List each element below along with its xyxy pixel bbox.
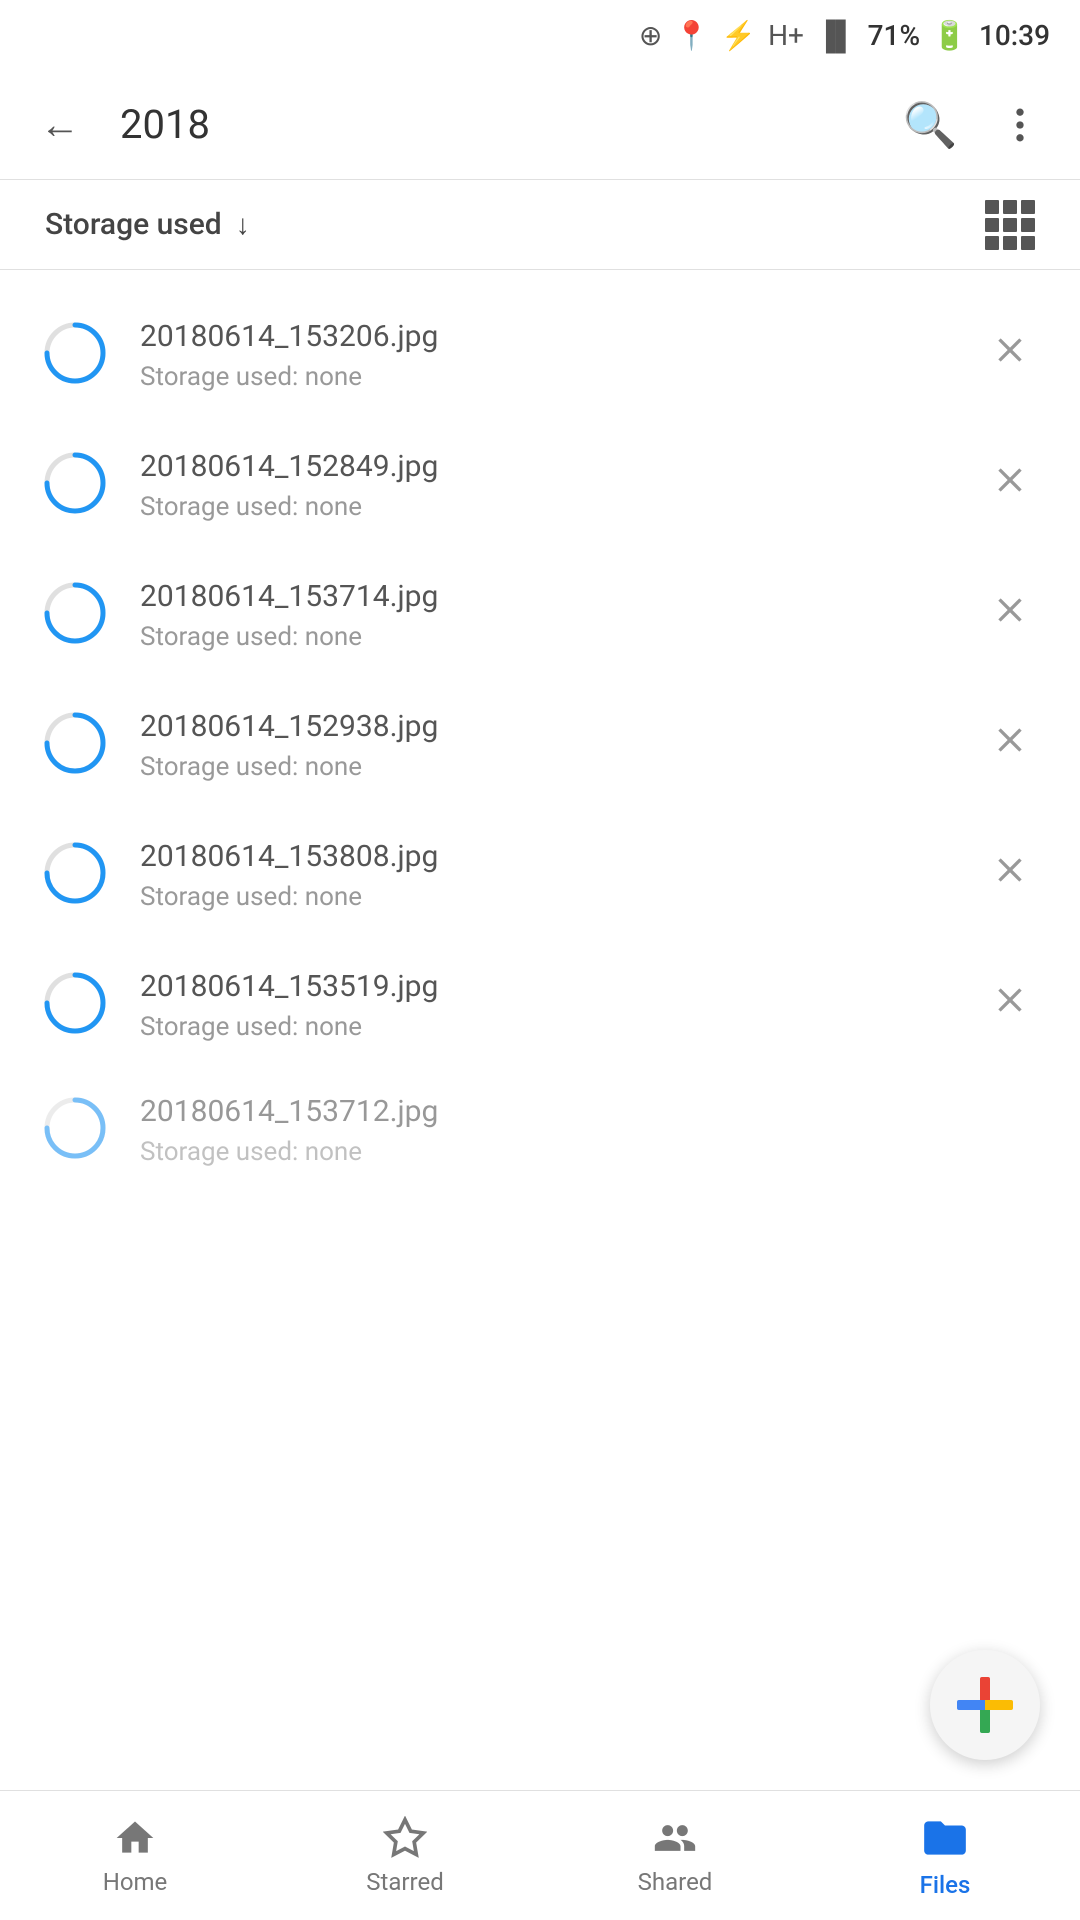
sort-direction-icon: ↓ [236, 208, 250, 241]
list-item[interactable]: 20180614_153712.jpg Storage used: none [0, 1070, 1080, 1190]
file-name: 20180614_152849.jpg [140, 449, 950, 484]
loading-spinner [40, 578, 110, 652]
remove-file-button[interactable] [980, 970, 1040, 1040]
nav-home-label: Home [103, 1868, 168, 1896]
star-icon [383, 1816, 427, 1860]
status-bar: ⊕ 📍 ⚡ H+ ▐▌ 71% 🔋 10:39 [0, 0, 1080, 70]
search-icon: 🔍 [903, 99, 958, 151]
bluetooth-icon: ⚡ [721, 19, 756, 52]
file-item-info: 20180614_153714.jpg Storage used: none [140, 579, 950, 652]
list-item[interactable]: 20180614_152938.jpg Storage used: none [0, 680, 1080, 810]
grid-cell [1021, 236, 1035, 250]
file-name: 20180614_153714.jpg [140, 579, 950, 614]
signal-icon: ▐▌ [816, 19, 856, 52]
more-vertical-icon [998, 103, 1042, 147]
nav-shared[interactable]: Shared [540, 1816, 810, 1896]
file-storage: Storage used: none [140, 622, 950, 652]
grid-cell [1021, 200, 1035, 214]
more-options-button[interactable] [990, 95, 1050, 155]
search-button[interactable]: 🔍 [900, 95, 960, 155]
file-item-info: 20180614_153808.jpg Storage used: none [140, 839, 950, 912]
list-item[interactable]: 20180614_152849.jpg Storage used: none [0, 420, 1080, 550]
loading-spinner [40, 968, 110, 1042]
status-icons: ⊕ 📍 ⚡ H+ ▐▌ 71% 🔋 10:39 [639, 19, 1050, 52]
nav-starred[interactable]: Starred [270, 1816, 540, 1896]
nav-shared-label: Shared [638, 1868, 713, 1896]
file-item-info: 20180614_153206.jpg Storage used: none [140, 319, 950, 392]
sort-button[interactable]: Storage used ↓ [45, 207, 250, 242]
people-icon [653, 1816, 697, 1860]
network-icon: H+ [768, 19, 804, 52]
file-storage: Storage used: none [140, 1012, 950, 1042]
remove-file-button[interactable] [980, 450, 1040, 520]
back-button[interactable]: ← [30, 95, 90, 155]
list-item[interactable]: 20180614_153808.jpg Storage used: none [0, 810, 1080, 940]
battery-percent: 71% [868, 19, 920, 52]
remove-file-button[interactable] [980, 840, 1040, 910]
app-bar: ← 2018 🔍 [0, 70, 1080, 180]
home-icon [113, 1816, 157, 1860]
remove-file-button[interactable] [980, 710, 1040, 780]
back-arrow-icon: ← [40, 101, 80, 148]
loading-spinner [40, 838, 110, 912]
grid-cell [1003, 218, 1017, 232]
bottom-nav: Home Starred Shared Files [0, 1790, 1080, 1920]
grid-cell [985, 236, 999, 250]
nav-files[interactable]: Files [810, 1813, 1080, 1899]
location-icon: 📍 [674, 19, 709, 52]
grid-cell [1021, 218, 1035, 232]
file-list: 20180614_153206.jpg Storage used: none 20… [0, 270, 1080, 1210]
battery-icon: 🔋 [932, 19, 967, 52]
file-name: 20180614_152938.jpg [140, 709, 950, 744]
clock: 10:39 [979, 19, 1050, 52]
list-item[interactable]: 20180614_153519.jpg Storage used: none [0, 940, 1080, 1070]
remove-file-button[interactable] [980, 320, 1040, 390]
file-storage: Storage used: none [140, 362, 950, 392]
list-item[interactable]: 20180614_153206.jpg Storage used: none [0, 290, 1080, 420]
file-item-info: 20180614_153519.jpg Storage used: none [140, 969, 950, 1042]
file-storage: Storage used: none [140, 1137, 1040, 1167]
file-storage: Storage used: none [140, 882, 950, 912]
app-bar-actions: 🔍 [900, 95, 1050, 155]
nav-starred-label: Starred [366, 1868, 443, 1896]
file-name: 20180614_153712.jpg [140, 1094, 1040, 1129]
page-title: 2018 [120, 101, 870, 148]
loading-spinner [40, 448, 110, 522]
file-item-info: 20180614_152849.jpg Storage used: none [140, 449, 950, 522]
nav-files-label: Files [920, 1871, 971, 1899]
circle-plus-icon: ⊕ [639, 19, 662, 52]
sort-row: Storage used ↓ [0, 180, 1080, 270]
add-button[interactable] [930, 1650, 1040, 1760]
loading-spinner [40, 1093, 110, 1167]
add-icon [957, 1677, 1013, 1733]
loading-spinner [40, 318, 110, 392]
grid-cell [1003, 236, 1017, 250]
loading-spinner [40, 708, 110, 782]
file-item-info: 20180614_153712.jpg Storage used: none [140, 1094, 1040, 1167]
file-name: 20180614_153808.jpg [140, 839, 950, 874]
grid-view-button[interactable] [985, 200, 1035, 250]
file-item-info: 20180614_152938.jpg Storage used: none [140, 709, 950, 782]
remove-file-button[interactable] [980, 580, 1040, 650]
nav-home[interactable]: Home [0, 1816, 270, 1896]
list-item[interactable]: 20180614_153714.jpg Storage used: none [0, 550, 1080, 680]
grid-cell [985, 200, 999, 214]
sort-label-text: Storage used [45, 207, 222, 242]
grid-cell [1003, 200, 1017, 214]
file-storage: Storage used: none [140, 492, 950, 522]
file-name: 20180614_153519.jpg [140, 969, 950, 1004]
grid-cell [985, 218, 999, 232]
file-name: 20180614_153206.jpg [140, 319, 950, 354]
folder-icon [920, 1813, 970, 1863]
file-storage: Storage used: none [140, 752, 950, 782]
